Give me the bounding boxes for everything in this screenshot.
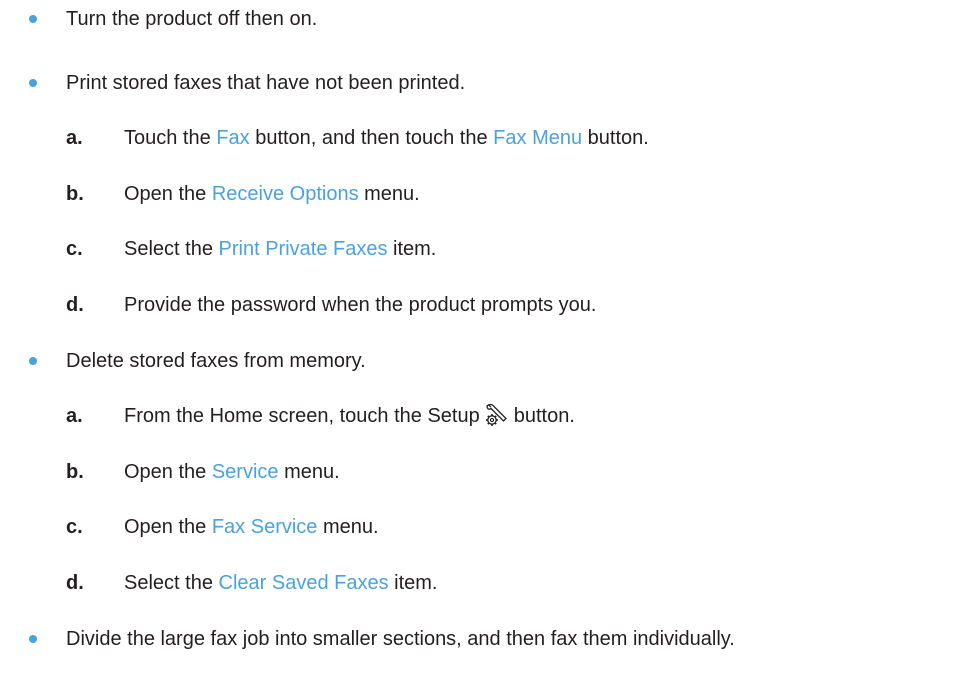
setup-wrench-gear-icon: [484, 402, 510, 428]
fax-button-name: Fax: [216, 127, 250, 149]
bullet-icon: [29, 635, 37, 643]
step-letter: c.: [66, 238, 83, 260]
step-letter: d.: [66, 294, 84, 316]
list-item-text: Delete stored faxes from memory.: [66, 350, 366, 372]
clear-saved-faxes-item-name: Clear Saved Faxes: [218, 572, 389, 594]
step-text: From the Home screen, touch the Setup bu…: [124, 401, 575, 431]
print-private-faxes-item-name: Print Private Faxes: [218, 238, 388, 260]
fax-menu-button-name: Fax Menu: [493, 127, 583, 149]
fax-service-menu-name: Fax Service: [211, 516, 318, 538]
step-letter: b.: [66, 461, 84, 483]
bullet-icon: [29, 357, 37, 365]
service-menu-name: Service: [211, 461, 279, 483]
list-item-text: Print stored faxes that have not been pr…: [66, 72, 466, 94]
bullet-icon: [29, 79, 37, 87]
step-text: Select the Clear Saved Faxes item.: [124, 572, 438, 594]
step-letter: b.: [66, 183, 84, 205]
step-letter: a.: [66, 127, 83, 149]
step-text: Open the Receive Options menu.: [124, 183, 420, 205]
bullet-icon: [29, 15, 37, 23]
receive-options-menu-name: Receive Options: [211, 183, 359, 205]
step-text: Touch the Fax button, and then touch the…: [124, 127, 649, 149]
step-letter: c.: [66, 516, 83, 538]
list-item-text: Turn the product off then on.: [66, 8, 318, 30]
step-text: Provide the password when the product pr…: [124, 294, 597, 316]
step-text: Open the Fax Service menu.: [124, 516, 379, 538]
step-text: Open the Service menu.: [124, 461, 340, 483]
step-letter: a.: [66, 405, 83, 427]
step-text: Select the Print Private Faxes item.: [124, 238, 437, 260]
step-letter: d.: [66, 572, 84, 594]
list-item-text: Divide the large fax job into smaller se…: [66, 628, 735, 650]
